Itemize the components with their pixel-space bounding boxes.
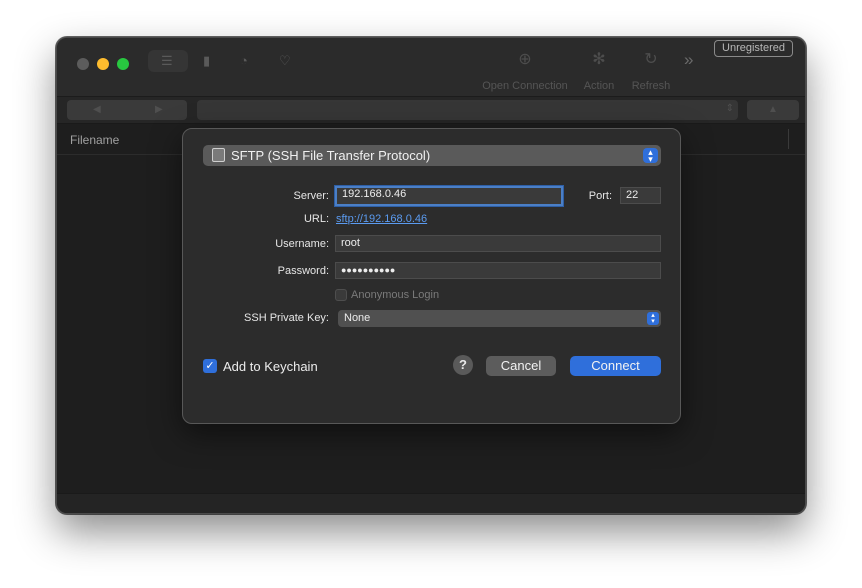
port-label: Port: bbox=[588, 190, 612, 202]
chevron-updown-icon: ⇕ bbox=[725, 103, 734, 114]
ssh-key-value: None bbox=[344, 312, 371, 324]
connection-sheet: SFTP (SSH File Transfer Protocol) ▴ ▾ Ser… bbox=[182, 128, 681, 424]
port-input[interactable]: 22 bbox=[620, 187, 661, 204]
help-button[interactable]: ? bbox=[453, 355, 473, 375]
anonymous-login-label[interactable]: Anonymous Login bbox=[351, 289, 439, 301]
cancel-button[interactable]: Cancel bbox=[486, 356, 556, 376]
server-input[interactable]: 192.168.0.46 bbox=[335, 186, 563, 206]
connect-button[interactable]: Connect bbox=[570, 356, 661, 376]
toolbar: ☰ ▮ ◔ ♡ ⊕ Open Connection ✻ Action ↻ Ref… bbox=[57, 38, 805, 96]
action-button[interactable]: ✻ Action bbox=[578, 50, 620, 92]
checkmark-icon: ✓ bbox=[205, 360, 215, 372]
back-forward-control[interactable]: ◀ ▶ bbox=[67, 100, 187, 120]
refresh-icon: ↻ bbox=[644, 51, 658, 68]
minimize-window-button[interactable] bbox=[97, 58, 109, 70]
bookmark-icon[interactable]: ▮ bbox=[203, 54, 210, 67]
globe-icon: ⊕ bbox=[518, 51, 532, 68]
column-divider bbox=[788, 129, 789, 149]
url-link[interactable]: sftp://192.168.0.46 bbox=[336, 213, 427, 225]
server-label: Server: bbox=[293, 190, 329, 202]
anonymous-login-checkbox[interactable] bbox=[335, 289, 347, 301]
chevron-updown-icon: ▴ ▾ bbox=[647, 312, 659, 325]
password-input[interactable]: ●●●●●●●●●● bbox=[335, 262, 661, 279]
navigation-bar: ◀ ▶ ⇕ ▲ bbox=[57, 96, 805, 124]
chevron-updown-icon: ▴ ▾ bbox=[643, 148, 658, 164]
list-icon: ☰ bbox=[161, 53, 173, 68]
toolbar-overflow-icon[interactable]: » bbox=[684, 50, 693, 70]
bonjour-icon[interactable]: ♡ bbox=[279, 54, 291, 67]
zoom-window-button[interactable] bbox=[117, 58, 129, 70]
add-to-keychain-checkbox[interactable]: ✓ bbox=[203, 359, 217, 373]
ssh-key-label: SSH Private Key: bbox=[244, 312, 329, 324]
back-arrow-icon[interactable]: ◀ bbox=[93, 104, 101, 115]
ssh-private-key-select[interactable]: None ▴ ▾ bbox=[338, 310, 661, 327]
protocol-select[interactable]: SFTP (SSH File Transfer Protocol) ▴ ▾ bbox=[203, 145, 661, 166]
password-label: Password: bbox=[277, 265, 329, 277]
username-input[interactable]: root bbox=[335, 235, 661, 252]
url-label: URL: bbox=[303, 213, 329, 225]
refresh-button[interactable]: ↻ Refresh bbox=[629, 50, 673, 92]
path-selector[interactable]: ⇕ bbox=[197, 100, 738, 120]
add-to-keychain-label[interactable]: Add to Keychain bbox=[223, 359, 318, 374]
close-window-button[interactable] bbox=[77, 58, 89, 70]
outline-view-toggle[interactable]: ☰ bbox=[148, 50, 188, 72]
username-label: Username: bbox=[275, 238, 329, 250]
unregistered-badge[interactable]: Unregistered bbox=[714, 40, 793, 57]
open-connection-button[interactable]: ⊕ Open Connection bbox=[478, 50, 572, 92]
status-bar bbox=[57, 493, 805, 513]
forward-arrow-icon[interactable]: ▶ bbox=[155, 104, 163, 115]
column-filename[interactable]: Filename bbox=[70, 133, 119, 147]
parent-directory-button[interactable]: ▲ bbox=[747, 100, 799, 120]
history-icon[interactable]: ◔ bbox=[240, 54, 248, 67]
gear-icon: ✻ bbox=[592, 51, 606, 68]
protocol-disk-icon bbox=[212, 148, 225, 162]
